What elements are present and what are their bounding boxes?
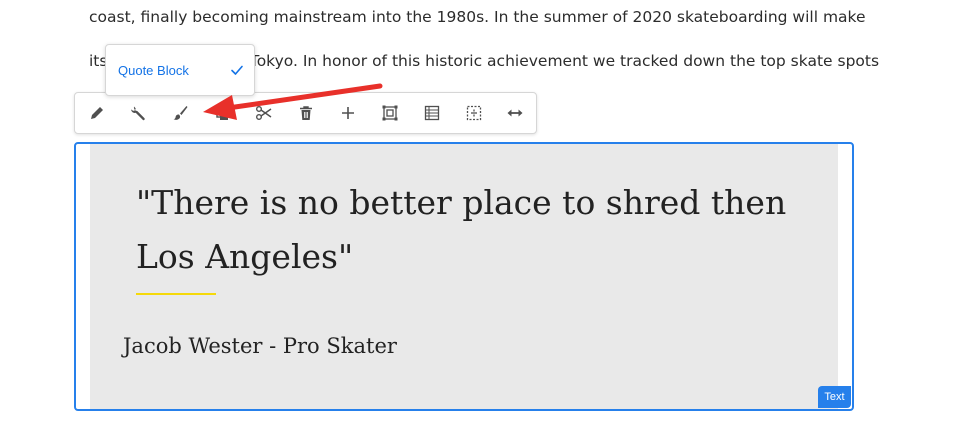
style-option-quote-block[interactable]: Quote Block — [106, 55, 254, 85]
style-option-label: Quote Block — [118, 62, 189, 78]
pencil-icon — [91, 107, 103, 119]
trash-icon — [300, 106, 312, 120]
delete-button[interactable] — [295, 102, 317, 124]
component-type-badge: Text — [818, 386, 851, 408]
layout-button[interactable] — [421, 102, 443, 124]
plus-icon — [342, 107, 354, 119]
resize-arrows-icon — [507, 109, 523, 117]
quote-author: Jacob Wester - Pro Skater — [123, 334, 397, 358]
component-toolbar — [74, 92, 537, 134]
scissors-icon — [256, 106, 272, 120]
configure-button[interactable] — [128, 102, 150, 124]
parent-icon — [466, 105, 482, 121]
quote-component-frame[interactable]: "There is no better place to shred then … — [74, 142, 854, 411]
quote-block: "There is no better place to shred then … — [90, 144, 838, 409]
cut-button[interactable] — [253, 102, 275, 124]
insert-button[interactable] — [337, 102, 359, 124]
paragraph-line-1: coast, finally becoming mainstream into … — [89, 8, 866, 26]
quote-underline-rule — [136, 293, 216, 295]
copy-icon — [216, 106, 228, 120]
edit-button[interactable] — [86, 102, 108, 124]
group-icon — [382, 105, 398, 121]
resize-button[interactable] — [504, 102, 526, 124]
layout-icon — [424, 105, 440, 121]
copy-button[interactable] — [211, 102, 233, 124]
checkmark-icon — [230, 63, 244, 77]
style-dropdown: Quote Block — [105, 44, 255, 96]
paintbrush-icon — [173, 106, 188, 120]
quote-text: "There is no better place to shred then … — [136, 183, 787, 276]
parent-button[interactable] — [463, 102, 485, 124]
styles-button[interactable] — [169, 102, 191, 124]
group-button[interactable] — [379, 102, 401, 124]
wrench-icon — [131, 106, 145, 121]
